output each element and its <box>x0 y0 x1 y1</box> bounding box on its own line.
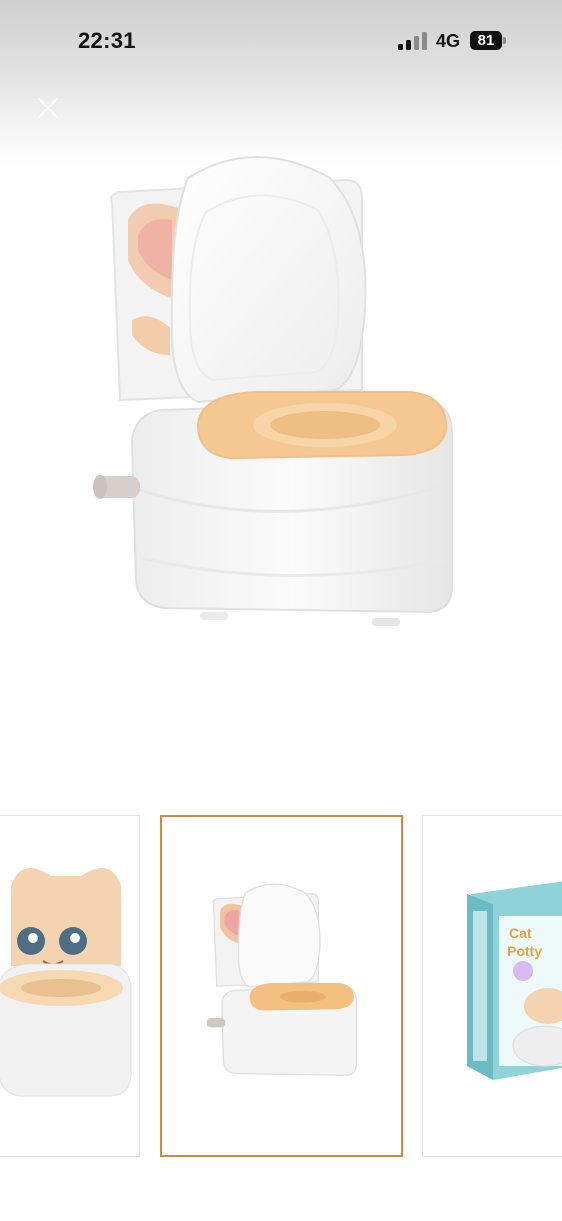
battery-icon: 81 <box>470 31 502 50</box>
status-time: 22:31 <box>78 28 136 53</box>
thumbnail-gallery: Cat Potty <box>0 815 562 1160</box>
battery-level: 81 <box>477 32 495 49</box>
status-bar: 22:31 4G 81 <box>0 0 562 84</box>
box-text-2: Potty <box>507 943 542 959</box>
battery-tip <box>503 37 506 44</box>
product-main-image[interactable] <box>80 140 480 660</box>
thumbnail-1[interactable] <box>0 815 140 1157</box>
box-text-1: Cat <box>509 925 532 941</box>
signal-icon <box>398 32 428 50</box>
close-button[interactable] <box>30 90 66 126</box>
network-type: 4G <box>436 31 461 51</box>
thumbnail-3[interactable]: Cat Potty <box>422 815 562 1157</box>
close-icon <box>37 97 59 119</box>
thumbnail-2-selected[interactable] <box>160 815 403 1157</box>
